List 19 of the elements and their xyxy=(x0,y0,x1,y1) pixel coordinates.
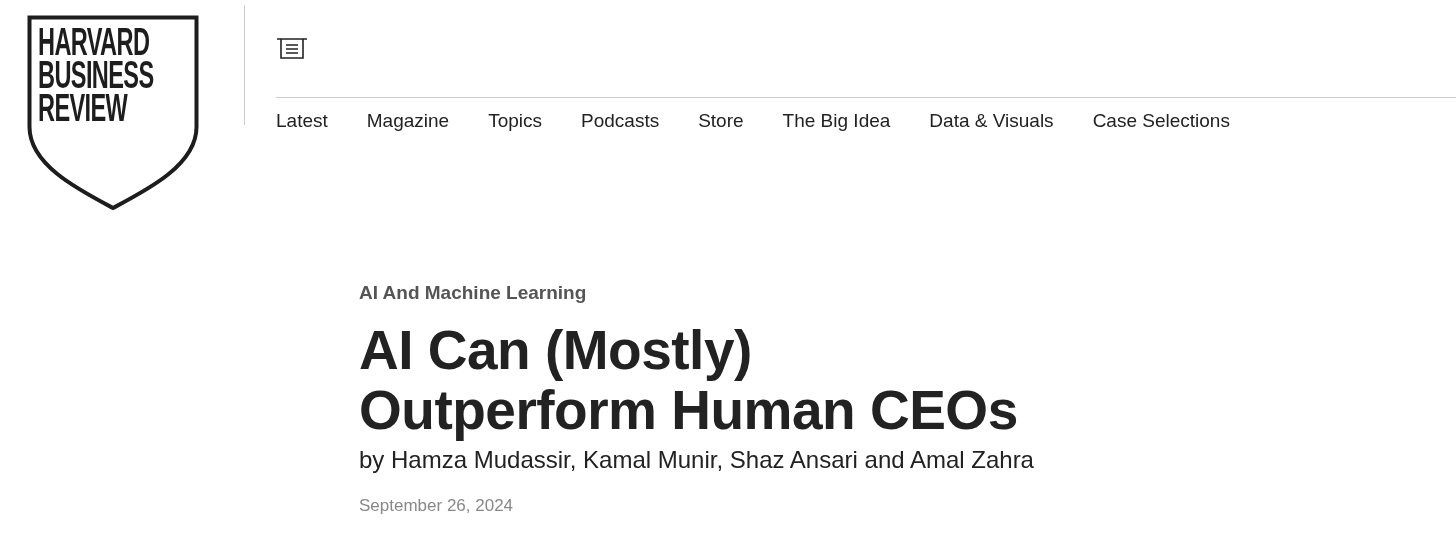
nav-link[interactable]: Topics xyxy=(488,110,542,132)
nav-link[interactable]: Magazine xyxy=(366,110,450,132)
nav-link[interactable]: Podcasts xyxy=(581,110,660,132)
logo-text: BUSINESS xyxy=(38,59,154,92)
shield-icon xyxy=(27,15,199,211)
menu-icon[interactable] xyxy=(276,36,308,62)
nav-link[interactable]: The Big Idea xyxy=(782,110,891,132)
nav-link[interactable]: Data & Visuals xyxy=(929,110,1054,132)
byline: by Hamza Mudassir, Kamal Munir, Shaz Ansari and Amal Zahra xyxy=(359,446,1035,474)
nav-link[interactable]: Latest xyxy=(276,110,328,132)
article-title: Outperform Human CEOs xyxy=(359,380,1019,440)
article-title: AI Can (Mostly) xyxy=(359,320,753,380)
logo-text: REVIEW xyxy=(38,92,128,125)
nav-link[interactable]: Case Selections xyxy=(1092,110,1230,132)
topic-label[interactable]: AI And Machine Learning xyxy=(359,282,1456,304)
logo-text: HARVARD xyxy=(38,26,150,59)
nav-link[interactable]: Store xyxy=(698,110,744,132)
publish-date: September 26, 2024 xyxy=(359,496,515,516)
logo[interactable]: HARVARD BUSINESS REVIEW xyxy=(27,15,199,211)
